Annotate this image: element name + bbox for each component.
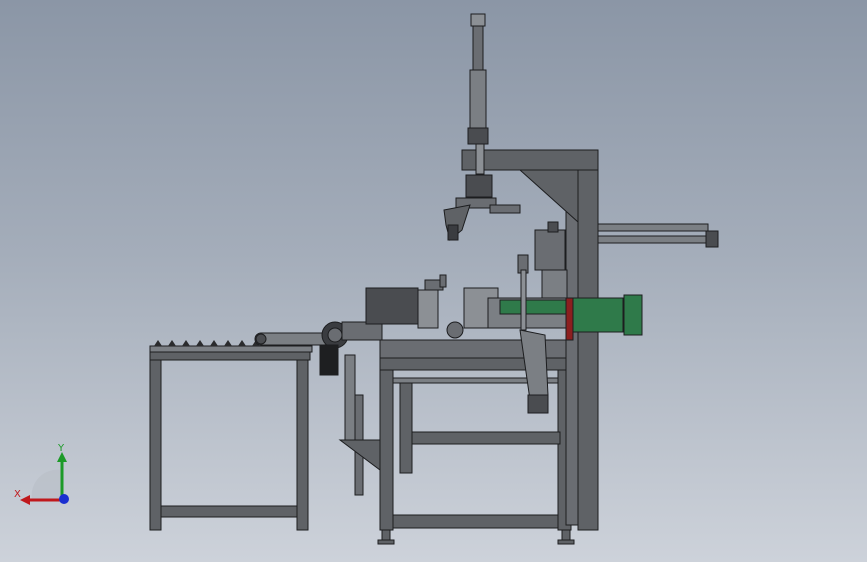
side-support (338, 354, 381, 496)
conveyor-table (149, 340, 313, 531)
leveling-feet (377, 529, 575, 545)
cad-viewport[interactable]: Y X (0, 0, 867, 562)
z-axis-dot (59, 494, 69, 504)
gripper-head (443, 174, 521, 241)
y-axis-label: Y (57, 443, 65, 454)
triad-plane-shading (31, 469, 62, 500)
x-axis-label: X (14, 489, 21, 500)
coordinate-triad: Y X (14, 443, 69, 505)
conveyor-belt (254, 332, 331, 346)
machine-assembly-model[interactable] (0, 0, 867, 562)
clamp-assembly (534, 221, 568, 299)
main-frame (379, 339, 581, 531)
conveyor-teeth (154, 340, 260, 346)
horizontal-rod (597, 223, 719, 248)
x-axis-arrowhead (20, 495, 30, 505)
